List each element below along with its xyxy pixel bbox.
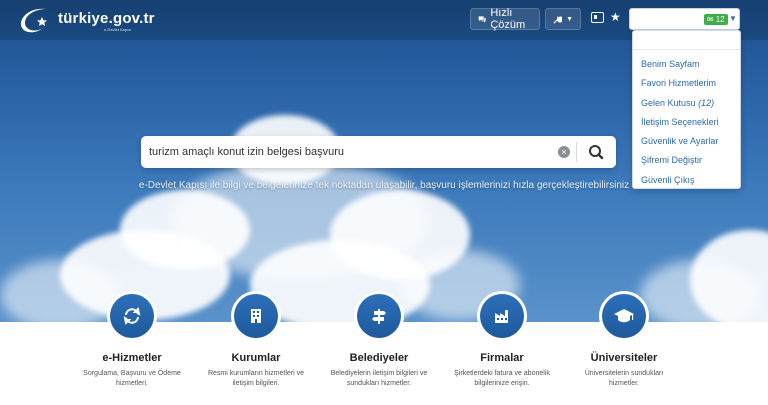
id-card-icon[interactable]: [591, 12, 604, 23]
chat-icon: [478, 15, 486, 23]
hero-tagline: e-Devlet Kapısı ile bilgi ve belgelerini…: [138, 180, 630, 191]
category-title: Üniversiteler: [590, 352, 658, 364]
category-description: Şirketlerdeki fatura ve abonelik bilgile…: [454, 370, 550, 387]
category-title: Kurumlar: [231, 352, 281, 364]
search-input[interactable]: [149, 142, 549, 162]
signpost-icon: [372, 309, 386, 324]
search-box: ×: [141, 136, 616, 168]
category-icon-circle: [231, 291, 281, 341]
menu-item-favorite-services[interactable]: Favori Hizmetlerim: [633, 74, 740, 93]
menu-item-security-settings[interactable]: Güvenlik ve Ayarlar: [633, 132, 740, 151]
wrench-icon: [553, 15, 563, 24]
quick-solution-button[interactable]: Hızlı Çözüm: [470, 7, 540, 31]
menu-item-change-password[interactable]: Şifremi Değiştir: [633, 151, 740, 170]
menu-divider: [633, 49, 740, 50]
brand-tagline: e-Devlet Kapısı: [104, 27, 132, 32]
category-description: Resmi kurumların hizmetleri ve iletişim …: [207, 370, 305, 387]
envelope-icon: ✉: [707, 15, 714, 24]
category-description: Üniversitelerin sundukları hizmetler.: [584, 370, 664, 387]
category-title: Firmalar: [480, 352, 524, 364]
category-icon-circle: [354, 291, 404, 341]
clear-search-icon[interactable]: ×: [558, 146, 570, 158]
crescent-star-icon: [20, 8, 47, 33]
user-dropdown-menu: Benim Sayfam Favori Hizmetlerim Gelen Ku…: [632, 30, 741, 189]
menu-item-inbox[interactable]: Gelen Kutusu (12): [633, 94, 740, 113]
brand-name: türkiye.gov.tr: [58, 10, 155, 27]
menu-item-contact-options[interactable]: İletişim Seçenekleri: [633, 113, 740, 132]
refresh-icon: [123, 306, 141, 326]
caret-down-icon: ▼: [729, 14, 737, 23]
chevron-down-icon: ▼: [566, 15, 573, 23]
factory-icon: [495, 310, 508, 323]
search-icon: [589, 145, 604, 160]
inbox-count: (12): [698, 97, 715, 108]
star-icon[interactable]: ★: [610, 10, 621, 24]
user-account-button[interactable]: ✉ 12 ▼: [629, 8, 740, 30]
settings-dropdown-button[interactable]: ▼: [545, 8, 581, 30]
search-divider: [576, 142, 577, 162]
menu-item-my-page[interactable]: Benim Sayfam: [633, 55, 740, 74]
search-button[interactable]: [581, 139, 611, 165]
category-cards: e-Hizmetler Sorgulama, Başvuru ve Ödeme …: [0, 291, 768, 405]
quick-solution-label: Hızlı Çözüm: [490, 7, 526, 31]
mail-badge: ✉ 12: [704, 14, 728, 25]
category-icon-circle: [107, 291, 157, 341]
category-description: Sorgulama, Başvuru ve Ödeme hizmetleri.: [83, 370, 181, 387]
category-icon-circle: [477, 291, 527, 341]
category-description: Belediyelerin iletişim bilgileri ve sund…: [330, 370, 428, 387]
category-title: Belediyeler: [349, 352, 409, 364]
category-title: e-Hizmetler: [102, 352, 162, 364]
turkiye-gov-logo[interactable]: türkiye.gov.tr e-Devlet Kapısı: [18, 6, 155, 36]
category-icon-circle: [599, 291, 649, 341]
building-icon: [251, 309, 261, 323]
mail-count: 12: [715, 15, 725, 24]
graduation-cap-icon: [614, 309, 634, 323]
